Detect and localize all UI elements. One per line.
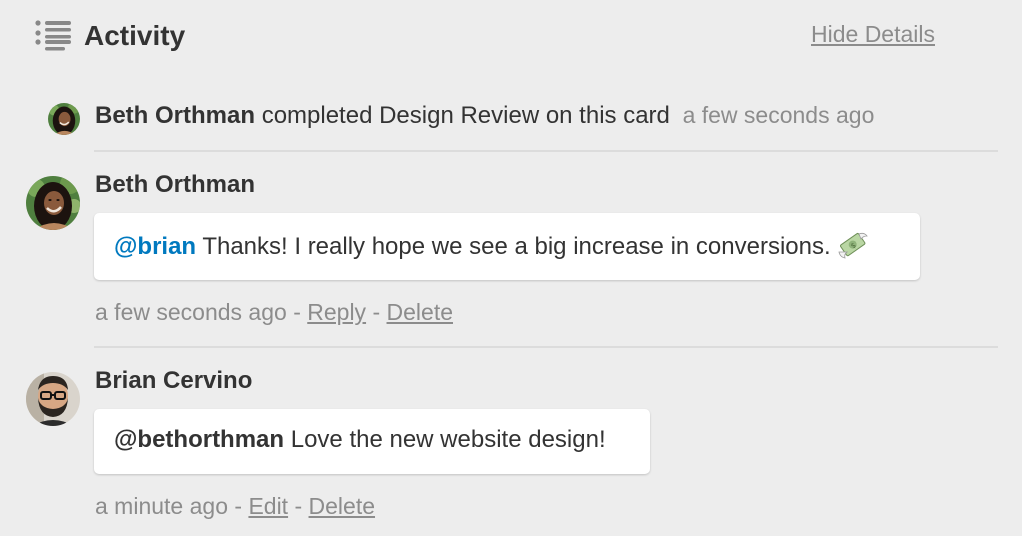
- activity-heading: Activity: [84, 20, 186, 51]
- avatar-beth[interactable]: [48, 103, 80, 135]
- comment-body: @bethorthman Love the new website design…: [94, 409, 650, 474]
- avatar-brian[interactable]: [26, 372, 80, 426]
- delete-link[interactable]: Delete: [387, 299, 453, 325]
- money-with-wings-icon: $: [838, 232, 868, 259]
- avatar-beth[interactable]: [26, 176, 80, 230]
- mention-link[interactable]: @brian: [114, 233, 196, 260]
- action-member-name[interactable]: Beth Orthman: [95, 102, 255, 129]
- delete-link[interactable]: Delete: [309, 493, 375, 519]
- comment-body: @brian Thanks! I really hope we see a bi…: [94, 213, 920, 280]
- comment-timestamp: a few seconds ago: [95, 299, 287, 325]
- meta-separator: -: [234, 493, 243, 519]
- action-description: completed Design Review on this card: [261, 102, 670, 129]
- edit-link[interactable]: Edit: [248, 493, 288, 519]
- hide-details-link[interactable]: Hide Details: [811, 20, 935, 48]
- meta-separator: -: [294, 493, 303, 519]
- comment-meta: a minute ago - Edit - Delete: [95, 492, 375, 520]
- meta-separator: -: [372, 299, 381, 325]
- reply-link[interactable]: Reply: [307, 299, 366, 325]
- comment-author[interactable]: Beth Orthman: [95, 170, 255, 200]
- divider: [94, 346, 998, 348]
- comment-timestamp: a minute ago: [95, 493, 228, 519]
- comment-text: Thanks! I really hope we see a big incre…: [202, 233, 831, 260]
- meta-separator: -: [293, 299, 301, 325]
- comment-author[interactable]: Brian Cervino: [95, 366, 252, 396]
- divider: [94, 150, 998, 152]
- action-entry: Beth Orthman completed Design Review on …: [95, 100, 874, 131]
- activity-list-icon: [35, 20, 71, 51]
- action-timestamp: a few seconds ago: [682, 102, 875, 128]
- comment-meta: a few seconds ago - Reply - Delete: [95, 298, 453, 326]
- mention-link[interactable]: @bethorthman: [114, 426, 284, 453]
- comment-text: Love the new website design!: [290, 426, 606, 453]
